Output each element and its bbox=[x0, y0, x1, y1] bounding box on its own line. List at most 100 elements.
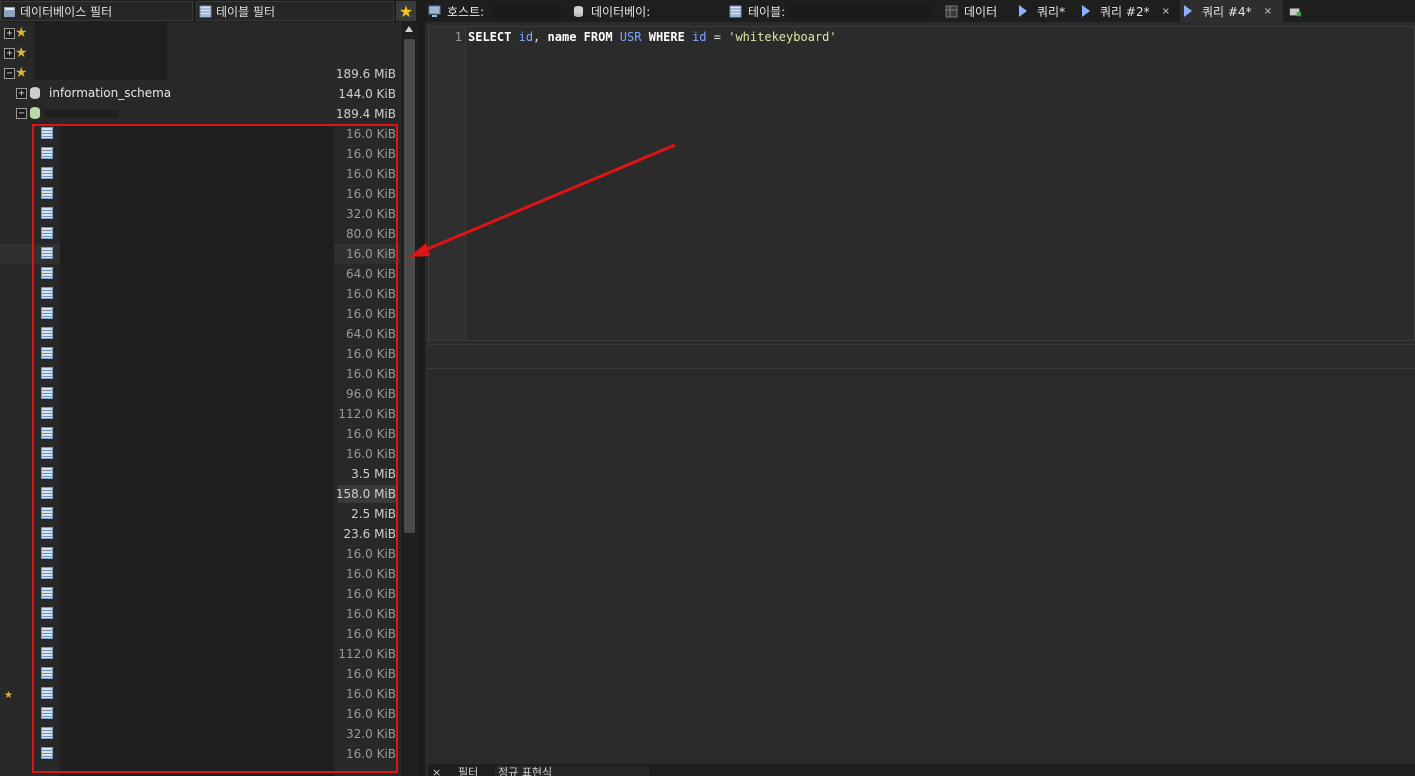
table-size: 16.0 KiB bbox=[346, 567, 396, 581]
table-icon bbox=[41, 447, 53, 459]
tree-row-server-3[interactable]: − ★ 189.6 MiB bbox=[0, 64, 400, 84]
database-icon bbox=[30, 87, 40, 99]
tab-table[interactable]: 테이블: bbox=[729, 0, 934, 22]
sql-code-line[interactable]: SELECT id, name FROM USR WHERE id = 'whi… bbox=[468, 30, 837, 44]
bottom-filter-label: 필터 bbox=[458, 766, 479, 776]
tab-query-2[interactable]: 쿼리 #2* × bbox=[1078, 0, 1170, 22]
table-icon bbox=[41, 267, 53, 279]
query-play-icon bbox=[1019, 5, 1027, 17]
table-size: 16.0 KiB bbox=[346, 167, 396, 181]
table-icon bbox=[41, 147, 53, 159]
table-icon bbox=[41, 747, 53, 759]
new-tab-icon bbox=[1289, 7, 1302, 16]
table-size: 16.0 KiB bbox=[346, 687, 396, 701]
editor-result-divider[interactable] bbox=[428, 344, 1415, 345]
sql-operator: = bbox=[713, 30, 721, 44]
table-icon bbox=[41, 167, 53, 179]
close-icon[interactable]: × bbox=[1162, 6, 1170, 17]
table-size: 16.0 KiB bbox=[346, 287, 396, 301]
sql-punct: , bbox=[533, 30, 541, 44]
expand-icon[interactable]: + bbox=[4, 48, 15, 59]
table-size: 16.0 KiB bbox=[346, 547, 396, 561]
favorites-star-icon[interactable]: ★ bbox=[396, 1, 416, 21]
tree-row-active-database[interactable]: − 189.4 MiB bbox=[0, 104, 400, 124]
result-area bbox=[428, 368, 1415, 764]
data-grid-icon bbox=[945, 5, 958, 17]
table-icon bbox=[41, 407, 53, 419]
table-size: 112.0 KiB bbox=[338, 647, 396, 661]
tab-query-2-label: 쿼리 #2* bbox=[1100, 4, 1150, 19]
table-size: 23.6 MiB bbox=[343, 527, 396, 541]
table-size: 16.0 KiB bbox=[346, 347, 396, 361]
table-icon bbox=[41, 187, 53, 199]
table-icon bbox=[41, 547, 53, 559]
table-icon bbox=[41, 347, 53, 359]
sql-table: USR bbox=[619, 30, 642, 44]
tab-host[interactable]: 호스트: bbox=[428, 0, 563, 22]
table-size: 16.0 KiB bbox=[346, 587, 396, 601]
sql-editor[interactable]: 1 SELECT id, name FROM USR WHERE id = 'w… bbox=[428, 26, 1415, 341]
database-tree: + ★ + ★ − ★ 189.6 MiB + information_sche… bbox=[0, 22, 400, 776]
expand-icon[interactable]: + bbox=[16, 88, 27, 99]
table-icon bbox=[41, 627, 53, 639]
database-filter-input[interactable]: 데이터베이스 필터 bbox=[0, 1, 193, 21]
scroll-up-icon[interactable] bbox=[405, 26, 413, 32]
table-size: 16.0 KiB bbox=[346, 127, 396, 141]
bookmark-star-icon: ★ bbox=[4, 690, 13, 701]
regex-filter-input[interactable]: 정규 표현식 bbox=[494, 766, 650, 776]
database-active-icon bbox=[30, 107, 40, 119]
table-size: 16.0 KiB bbox=[346, 707, 396, 721]
table-size: 32.0 KiB bbox=[346, 207, 396, 221]
table-size: 2.5 MiB bbox=[351, 507, 396, 521]
table-size: 16.0 KiB bbox=[346, 607, 396, 621]
table-icon bbox=[41, 687, 53, 699]
database-icon bbox=[574, 5, 583, 17]
tree-row-information-schema[interactable]: + information_schema 144.0 KiB bbox=[0, 84, 400, 104]
tab-database-label: 데이터베이: bbox=[591, 4, 651, 19]
sql-keyword: FROM bbox=[583, 30, 613, 44]
tab-database[interactable]: 데이터베이: bbox=[572, 0, 650, 22]
tree-row-server-1[interactable]: + ★ bbox=[0, 24, 400, 44]
table-size: 64.0 KiB bbox=[346, 267, 396, 281]
table-size: 16.0 KiB bbox=[346, 307, 396, 321]
new-query-tab-button[interactable] bbox=[1289, 0, 1308, 22]
table-size: 96.0 KiB bbox=[346, 387, 396, 401]
tab-host-label: 호스트: bbox=[447, 4, 485, 19]
table-icon bbox=[41, 527, 53, 539]
table-size: 3.5 MiB bbox=[351, 467, 396, 481]
collapse-icon[interactable]: − bbox=[4, 68, 15, 79]
table-size: 16.0 KiB bbox=[346, 627, 396, 641]
table-icon bbox=[41, 707, 53, 719]
table-icon bbox=[729, 5, 742, 17]
tab-data[interactable]: 데이터 bbox=[945, 0, 997, 22]
table-size: 158.0 MiB bbox=[335, 487, 396, 501]
table-size: 112.0 KiB bbox=[338, 407, 396, 421]
close-icon[interactable]: × bbox=[432, 766, 441, 776]
collapse-icon[interactable]: − bbox=[16, 108, 27, 119]
table-icon bbox=[41, 247, 53, 259]
table-icon bbox=[41, 727, 53, 739]
scrollbar-thumb[interactable] bbox=[404, 39, 415, 533]
database-name: information_schema bbox=[49, 86, 172, 100]
table-size: 32.0 KiB bbox=[346, 727, 396, 741]
redacted-database-name bbox=[44, 110, 118, 118]
close-icon[interactable]: × bbox=[1264, 6, 1272, 17]
table-value-redacted bbox=[787, 4, 934, 18]
table-icon bbox=[41, 427, 53, 439]
pane-splitter[interactable] bbox=[418, 0, 425, 776]
sql-string: 'whitekeyboard' bbox=[728, 30, 837, 44]
tab-query-1[interactable]: 쿼리* bbox=[1015, 0, 1065, 22]
tab-query-4[interactable]: 쿼리 #4* × bbox=[1180, 0, 1283, 22]
table-filter-input[interactable]: 테이블 필터 bbox=[196, 1, 394, 21]
database-size: 189.4 MiB bbox=[335, 107, 396, 121]
favorite-server-icon: ★ bbox=[15, 65, 28, 81]
tree-scrollbar[interactable] bbox=[401, 22, 418, 776]
table-icon bbox=[41, 367, 53, 379]
table-icon bbox=[41, 467, 53, 479]
tree-row-server-2[interactable]: + ★ bbox=[0, 44, 400, 64]
expand-icon[interactable]: + bbox=[4, 28, 15, 39]
database-size: 144.0 KiB bbox=[338, 87, 396, 101]
table-icon bbox=[41, 487, 53, 499]
database-filter-icon bbox=[4, 6, 15, 17]
table-icon bbox=[41, 287, 53, 299]
